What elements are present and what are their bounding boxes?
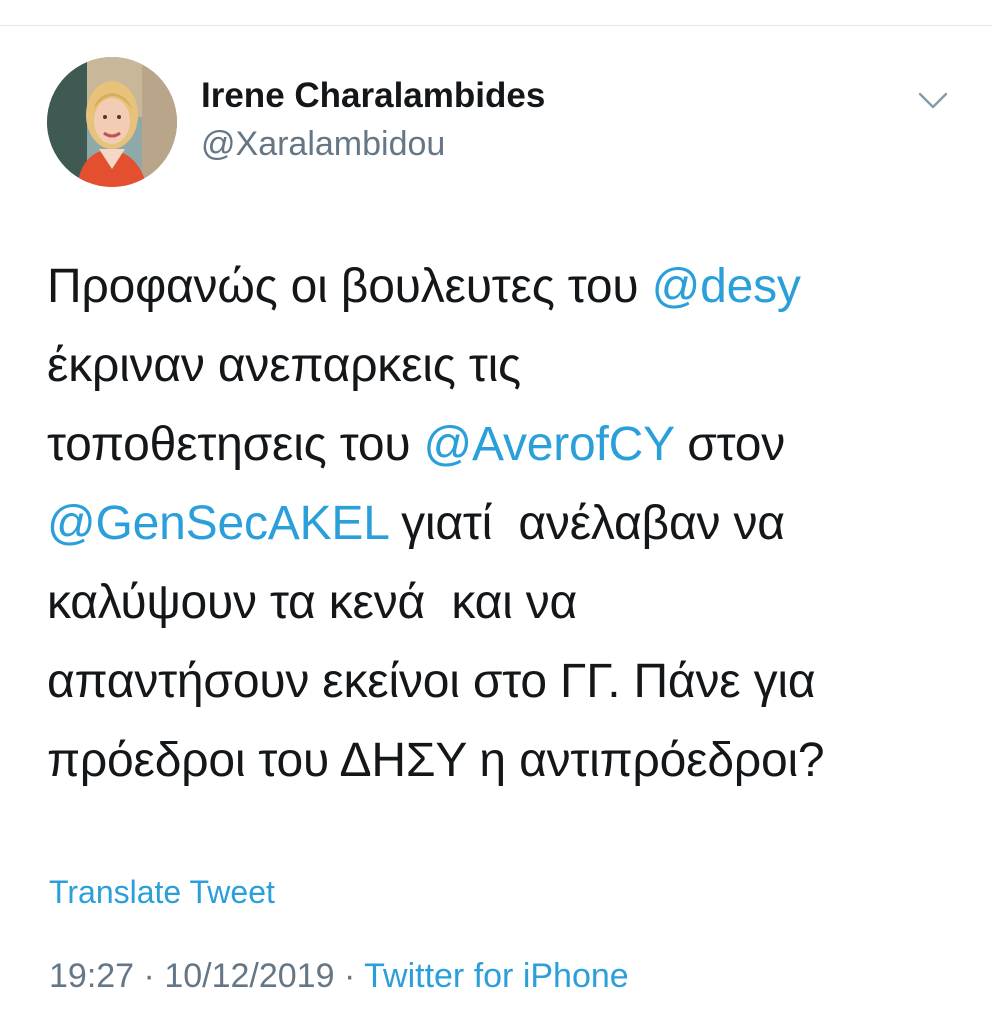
- tweet-text-segment: γιατί ανέλαβαν να: [387, 497, 785, 550]
- tweet-text-segment: Προφανώς οι βουλευτες του: [47, 260, 652, 313]
- mention-link[interactable]: @AverofCY: [424, 418, 675, 471]
- tweet-text-line: Προφανώς οι βουλευτες του @desy: [47, 247, 957, 326]
- tweet-text-line: @GenSecAKEL γιατί ανέλαβαν να: [47, 484, 957, 563]
- tweet-text: Προφανώς οι βουλευτες του @desy έκριναν α…: [47, 247, 957, 800]
- author-display-name[interactable]: Irene Charalambides: [201, 76, 545, 116]
- tweet-text-segment: καλύψουν τα κενά και να: [47, 576, 578, 629]
- meta-separator: ·: [343, 957, 356, 995]
- avatar[interactable]: [47, 57, 177, 187]
- tweet-text-segment: τοποθετησεις του: [47, 418, 424, 471]
- tweet-text-segment: στον: [674, 418, 786, 471]
- tweet-text-segment: έκριναν ανεπαρκεις τις: [47, 339, 521, 392]
- top-divider: [0, 25, 992, 26]
- tweet-meta: 19:27 · 10/12/2019 · Twitter for iPhone: [49, 955, 629, 997]
- mention-link[interactable]: @GenSecAKEL: [47, 497, 388, 550]
- tweet-text-line: πρόεδροι του ΔΗΣΥ η αντιπρόεδροι?: [47, 721, 957, 800]
- more-options-button[interactable]: [915, 86, 951, 114]
- chevron-down-icon: [918, 92, 948, 109]
- tweet-text-segment: πρόεδροι του ΔΗΣΥ η αντιπρόεδροι?: [47, 734, 825, 787]
- mention-link[interactable]: @desy: [652, 260, 801, 313]
- author-handle[interactable]: @Xaralambidou: [201, 124, 445, 164]
- tweet-text-segment: απαντήσουν εκείνοι στο ΓΓ. Πάνε για: [47, 655, 816, 708]
- tweet-text-line: έκριναν ανεπαρκεις τις: [47, 326, 957, 405]
- tweet-text-line: απαντήσουν εκείνοι στο ΓΓ. Πάνε για: [47, 642, 957, 721]
- meta-separator: ·: [143, 957, 155, 995]
- tweet-source-link[interactable]: Twitter for iPhone: [364, 957, 629, 995]
- tweet-date[interactable]: 10/12/2019: [164, 957, 334, 995]
- translate-tweet-link[interactable]: Translate Tweet: [49, 872, 275, 912]
- tweet-text-line: τοποθετησεις του @AverofCY στον: [47, 405, 957, 484]
- tweet-text-line: καλύψουν τα κενά και να: [47, 563, 957, 642]
- avatar-image: [47, 57, 177, 187]
- tweet-time[interactable]: 19:27: [49, 957, 134, 995]
